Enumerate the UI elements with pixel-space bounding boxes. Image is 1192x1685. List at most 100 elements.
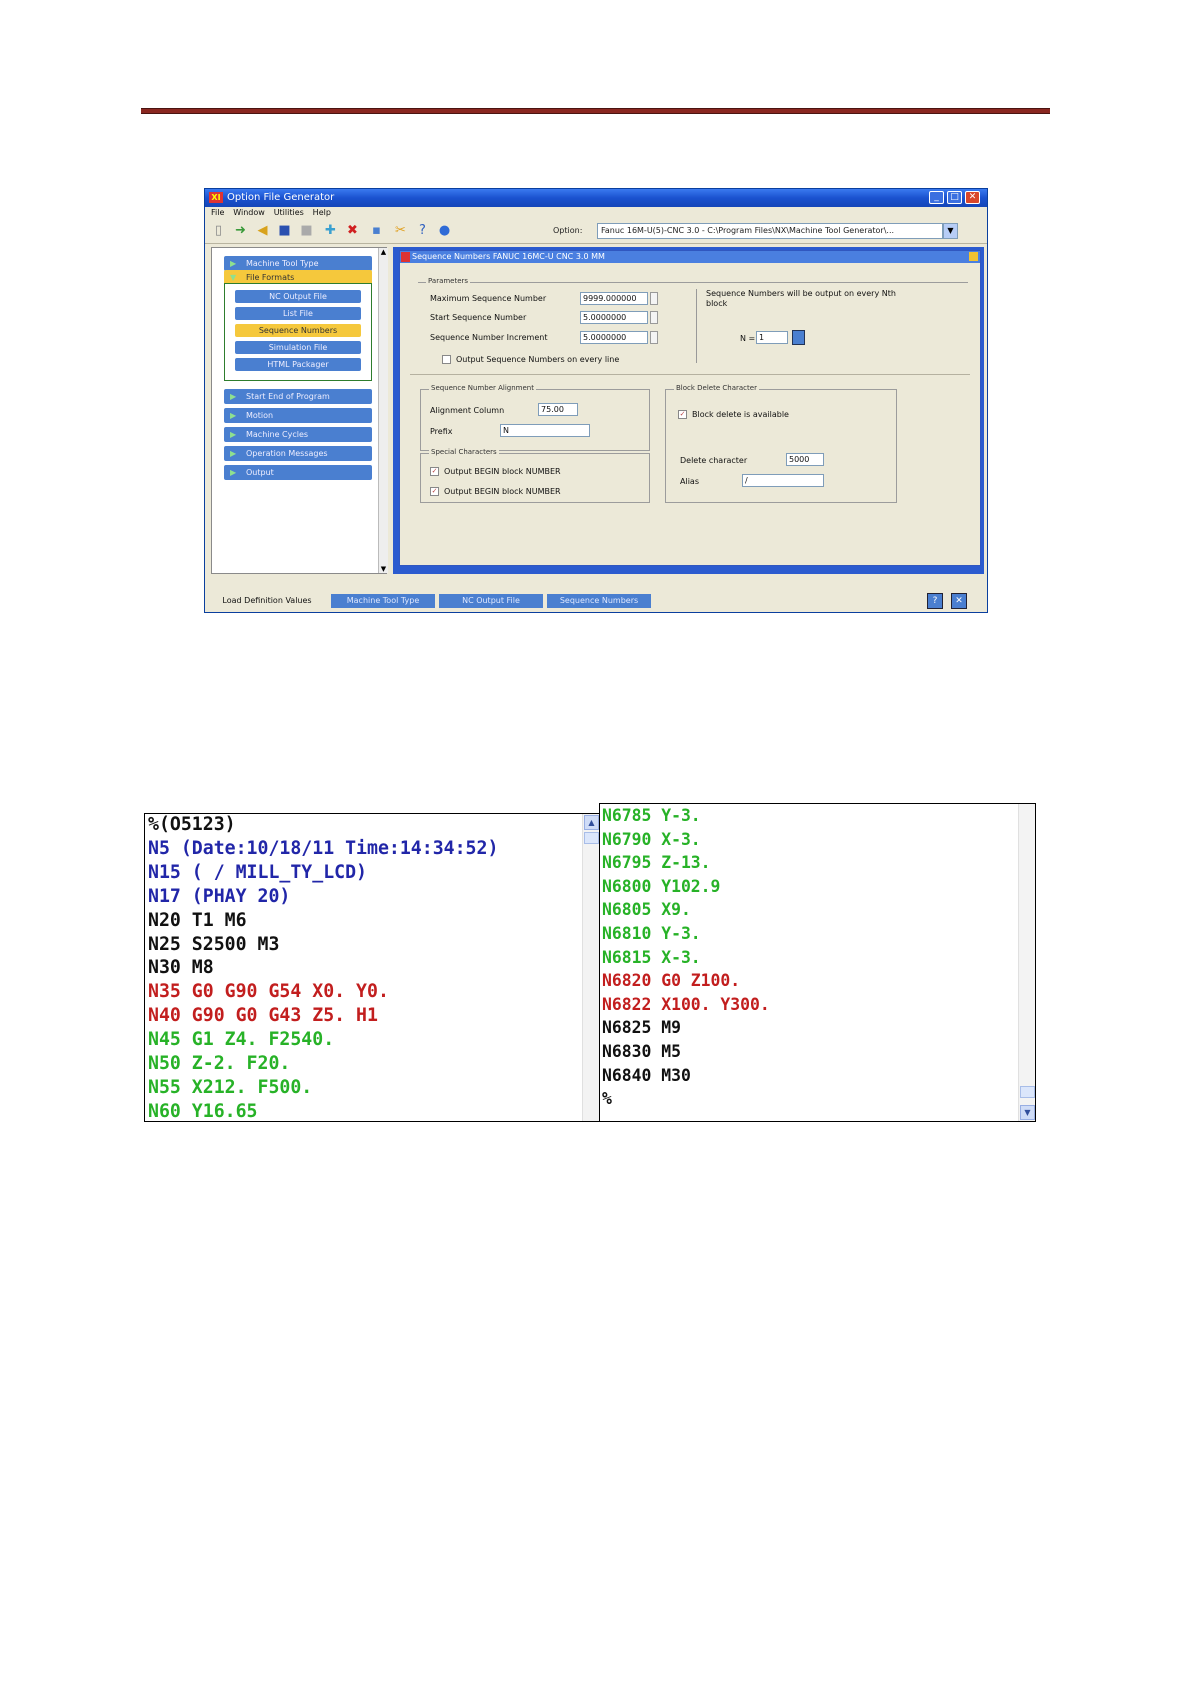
code-line: N5 (Date:10/18/11 Time:14:34:52) <box>148 837 499 859</box>
dialog-corner-icon[interactable] <box>969 252 978 261</box>
alias-label: Alias <box>680 477 699 486</box>
toolbar: ▯ ➜ ◀ ■ ■ ✚ ✖ ▪ ✂ ? ● Option: Fanuc 16M-… <box>205 219 987 244</box>
note-text: Sequence Numbers will be output on every… <box>706 289 896 308</box>
bottom-tab-bar: Load Definition Values Machine Tool Type… <box>205 590 987 612</box>
max-sequence-spinner[interactable] <box>650 292 658 305</box>
sub-list-file[interactable]: List File <box>235 307 361 320</box>
scroll-down-icon[interactable]: ▼ <box>1020 1105 1035 1120</box>
menu-file[interactable]: File <box>211 207 224 219</box>
nav-label: File Formats <box>246 273 295 282</box>
sub-simulation-file[interactable]: Simulation File <box>235 341 361 354</box>
arrow-icon: ▶ <box>230 449 237 458</box>
nav-operation-messages[interactable]: ▶ Operation Messages <box>224 446 372 461</box>
prefix-label: Prefix <box>430 427 453 436</box>
maximize-button[interactable]: □ <box>947 191 962 204</box>
nav-output[interactable]: ▶ Output <box>224 465 372 480</box>
start-sequence-spinner[interactable] <box>650 311 658 324</box>
code-line: N20 T1 M6 <box>148 909 247 931</box>
scroll-up-icon[interactable]: ▲ <box>379 248 388 256</box>
code-line: N55 X212. F500. <box>148 1076 313 1098</box>
nav-start-end-program[interactable]: ▶ Start End of Program <box>224 389 372 404</box>
code-line: N6810 Y-3. <box>602 924 701 943</box>
option-select[interactable]: Fanuc 16M-U(5)-CNC 3.0 - C:\Program File… <box>597 223 943 239</box>
menu-window[interactable]: Window <box>233 207 265 219</box>
n-label: N = <box>740 334 756 343</box>
tab-load-definition-values[interactable]: Load Definition Values <box>207 594 327 608</box>
tools-icon[interactable]: ✂ <box>391 222 410 240</box>
add-icon[interactable]: ✚ <box>321 222 340 240</box>
sub-sequence-numbers[interactable]: Sequence Numbers <box>235 324 361 337</box>
copy-icon[interactable]: ▪ <box>367 222 386 240</box>
code-line: N6825 M9 <box>602 1018 681 1038</box>
max-sequence-field[interactable]: 9999.000000 <box>580 292 648 305</box>
new-file-icon[interactable]: ▯ <box>209 222 228 240</box>
n-spinner[interactable] <box>792 330 805 345</box>
code-line: %(O5123) <box>148 814 236 835</box>
nav-motion[interactable]: ▶ Motion <box>224 408 372 423</box>
nav-label: Start End of Program <box>246 392 330 401</box>
sequence-increment-field[interactable]: 5.0000000 <box>580 331 648 344</box>
menu-utilities[interactable]: Utilities <box>274 207 304 219</box>
close-button[interactable]: ✕ <box>965 191 980 204</box>
prefix-field[interactable]: N <box>500 424 590 437</box>
navigator-panel: ▶ Machine Tool Type ▼ File Formats NC Ou… <box>211 247 388 574</box>
scroll-down-icon[interactable]: ▼ <box>379 565 388 573</box>
alignment-group: Sequence Number Alignment <box>420 384 650 451</box>
scroll-thumb[interactable] <box>584 832 599 844</box>
code-line: N35 G0 G90 G54 X0. Y0. <box>148 981 389 1003</box>
code-line: N60 Y16.65 <box>148 1100 258 1122</box>
start-sequence-field[interactable]: 5.0000000 <box>580 311 648 324</box>
code-line: N40 G90 G0 G43 Z5. H1 <box>148 1005 378 1027</box>
sequence-increment-spinner[interactable] <box>650 331 658 344</box>
nav-machine-tool-type[interactable]: ▶ Machine Tool Type <box>224 256 372 271</box>
special-cb2-checkbox[interactable]: ✓ <box>430 487 439 496</box>
code-line: N6785 Y-3. <box>602 806 701 825</box>
n-field[interactable]: 1 <box>756 331 788 344</box>
arrow-icon: ▶ <box>230 392 237 401</box>
alias-field[interactable]: / <box>742 474 824 487</box>
sub-nc-output-file[interactable]: NC Output File <box>235 290 361 303</box>
start-sequence-label: Start Sequence Number <box>430 313 527 322</box>
code-line: N6805 X9. <box>602 900 691 920</box>
scroll-thumb[interactable] <box>1020 1086 1035 1098</box>
app-logo-icon: XI <box>209 192 223 203</box>
tab-sequence-numbers[interactable]: Sequence Numbers <box>547 594 651 608</box>
block-delete-checkbox[interactable]: ✓ <box>678 410 687 419</box>
print-icon[interactable]: ■ <box>297 222 316 240</box>
open-icon[interactable]: ➜ <box>231 222 250 240</box>
delete-icon[interactable]: ✖ <box>343 222 362 240</box>
code-scrollbar[interactable]: ▼ <box>1018 804 1035 1121</box>
special-cb1-checkbox[interactable]: ✓ <box>430 467 439 476</box>
title-bar: XI Option File Generator _ □ ✕ <box>205 189 987 207</box>
nc-code-listing-end: N6785 Y-3. N6790 X-3. N6795 Z-13. N6800 Y10… <box>599 803 1036 1122</box>
minimize-button[interactable]: _ <box>929 191 944 204</box>
group-label: Sequence Number Alignment <box>429 384 536 392</box>
tab-machine-tool-type[interactable]: Machine Tool Type <box>331 594 435 608</box>
delete-character-field[interactable]: 5000 <box>786 453 824 466</box>
chevron-down-icon[interactable]: ▼ <box>943 223 958 239</box>
arrow-icon: ▶ <box>230 411 237 420</box>
nav-machine-cycles[interactable]: ▶ Machine Cycles <box>224 427 372 442</box>
alignment-column-label: Alignment Column <box>430 406 505 415</box>
help-icon[interactable]: ? <box>413 222 432 240</box>
max-sequence-label: Maximum Sequence Number <box>430 294 547 303</box>
navigator-scrollbar[interactable]: ▲ ▼ <box>378 248 388 573</box>
code-line: N45 G1 Z4. F2540. <box>148 1029 335 1051</box>
sequence-numbers-dialog: Sequence Numbers FANUC 16MC-U CNC 3.0 MM… <box>399 250 981 566</box>
nav-label: Operation Messages <box>246 449 328 458</box>
output-every-line-label: Output Sequence Numbers on every line <box>456 355 620 364</box>
globe-icon[interactable]: ● <box>435 222 454 240</box>
code-line: N15 ( / MILL_TY_LCD) <box>148 861 367 883</box>
sub-html-packager[interactable]: HTML Packager <box>235 358 361 371</box>
menu-help[interactable]: Help <box>313 207 331 219</box>
scroll-up-icon[interactable]: ▲ <box>584 815 599 830</box>
save-icon[interactable]: ■ <box>275 222 294 240</box>
tab-nc-output-file[interactable]: NC Output File <box>439 594 543 608</box>
output-every-line-checkbox[interactable] <box>442 355 451 364</box>
code-line: N6830 M5 <box>602 1042 681 1061</box>
code-scrollbar[interactable]: ▲ <box>582 814 599 1121</box>
undo-icon[interactable]: ◀ <box>253 222 272 240</box>
close-icon[interactable]: ✕ <box>951 593 967 609</box>
help-icon[interactable]: ? <box>927 593 943 609</box>
alignment-column-field[interactable]: 75.00 <box>538 403 578 416</box>
